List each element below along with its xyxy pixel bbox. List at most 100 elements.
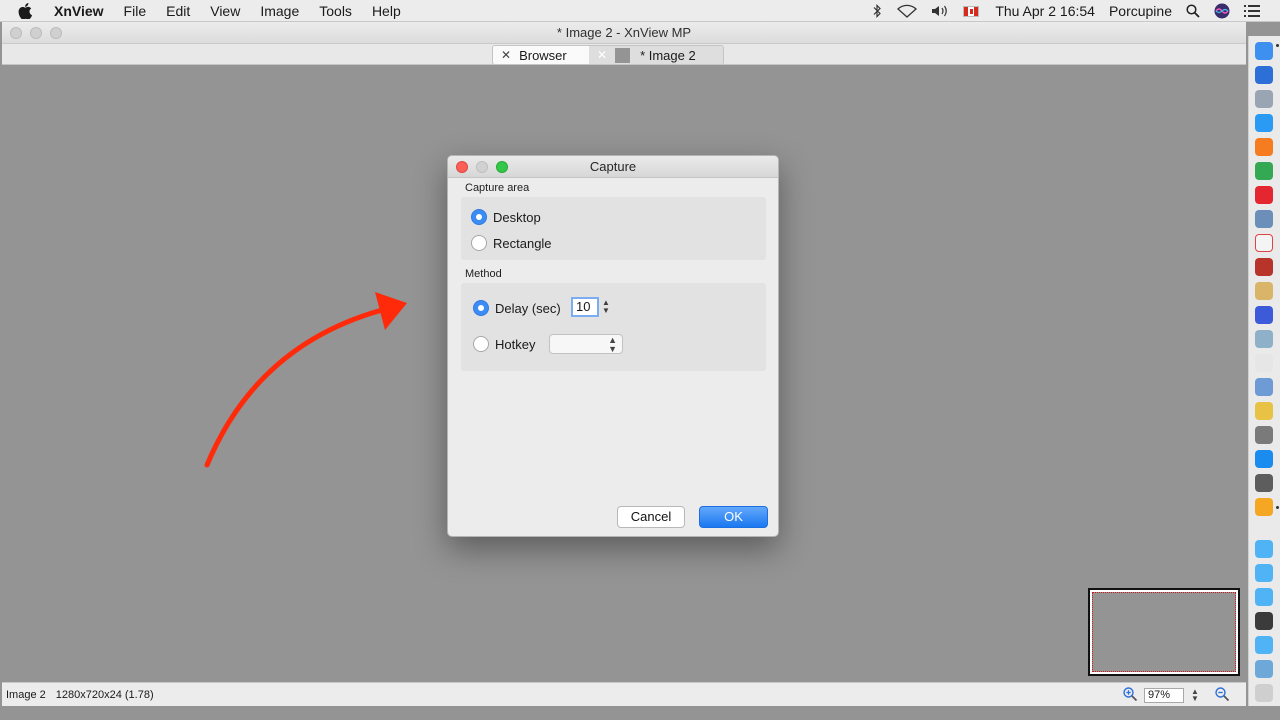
menu-tools[interactable]: Tools bbox=[309, 0, 362, 22]
minimize-window-button[interactable] bbox=[30, 27, 42, 39]
dictionary-icon[interactable] bbox=[1255, 258, 1273, 276]
menubar-user[interactable]: Porcupine bbox=[1109, 3, 1172, 19]
preview-icon[interactable] bbox=[1255, 210, 1273, 228]
status-image-info: 1280x720x24 (1.78) bbox=[55, 688, 154, 701]
calendar-icon[interactable] bbox=[1255, 234, 1273, 252]
radio-rectangle-label[interactable]: Rectangle bbox=[493, 236, 552, 251]
menubar-clock[interactable]: Thu Apr 2 16:54 bbox=[995, 3, 1095, 19]
launchpad-icon[interactable] bbox=[1255, 90, 1273, 108]
imageoptim-icon[interactable] bbox=[1255, 402, 1273, 420]
image-thumbnail-icon bbox=[615, 47, 631, 63]
navigator-preview[interactable] bbox=[1088, 588, 1240, 676]
siri-icon[interactable] bbox=[1255, 66, 1273, 84]
notes-icon[interactable] bbox=[1255, 282, 1273, 300]
status-image-name: Image 2 bbox=[6, 688, 46, 701]
dialog-zoom-button[interactable] bbox=[496, 161, 508, 173]
apple-icon[interactable] bbox=[18, 2, 38, 19]
dialog-minimize-button bbox=[476, 161, 488, 173]
folder-icon[interactable] bbox=[1255, 540, 1273, 558]
radio-desktop-indicator[interactable] bbox=[471, 209, 487, 225]
navigator-viewport[interactable] bbox=[1092, 592, 1236, 672]
safari-icon[interactable] bbox=[1255, 114, 1273, 132]
opera-icon[interactable] bbox=[1255, 186, 1273, 204]
firefox-icon[interactable] bbox=[1255, 138, 1273, 156]
close-tab-icon[interactable]: ✕ bbox=[597, 48, 607, 62]
photo-booth-icon[interactable] bbox=[1255, 612, 1273, 630]
dialog-close-button[interactable] bbox=[456, 161, 468, 173]
method-group bbox=[461, 283, 766, 371]
menu-app-name[interactable]: XnView bbox=[54, 0, 114, 22]
dock-running-indicator bbox=[1276, 44, 1279, 47]
status-bar: Image 2 1280x720x24 (1.78) 97% ▲ ▼ bbox=[2, 682, 1246, 706]
red-arrow-annotation bbox=[204, 292, 407, 468]
radio-desktop-label[interactable]: Desktop bbox=[493, 210, 541, 225]
delay-spinbox[interactable]: 10 ▲ ▼ bbox=[571, 297, 612, 317]
appstore-icon[interactable] bbox=[1255, 450, 1273, 468]
close-tab-icon[interactable]: ✕ bbox=[501, 48, 511, 62]
bluetooth-icon[interactable] bbox=[871, 4, 883, 18]
window-controls bbox=[10, 27, 62, 39]
volume-icon[interactable] bbox=[931, 4, 949, 18]
xnview-icon[interactable] bbox=[1255, 330, 1273, 348]
zoom-level-field[interactable]: 97% bbox=[1144, 688, 1184, 703]
menu-help[interactable]: Help bbox=[362, 0, 411, 22]
tab-browser[interactable]: ✕ Browser bbox=[493, 46, 589, 64]
image-icon[interactable] bbox=[1255, 660, 1273, 678]
finder-icon[interactable] bbox=[1255, 42, 1273, 60]
delay-input[interactable]: 10 bbox=[571, 297, 599, 317]
menu-view[interactable]: View bbox=[200, 0, 250, 22]
chrome-icon[interactable] bbox=[1255, 162, 1273, 180]
menu-edit[interactable]: Edit bbox=[156, 0, 200, 22]
radio-hotkey-indicator[interactable] bbox=[473, 336, 489, 352]
window-title: * Image 2 - XnView MP bbox=[556, 25, 692, 40]
canada-flag-icon[interactable] bbox=[963, 5, 980, 17]
zoom-stepper-icon[interactable]: ▲ ▼ bbox=[1190, 687, 1200, 704]
hotkey-select[interactable]: ▲ ▼ bbox=[549, 334, 623, 354]
spotlight-search-icon[interactable] bbox=[1186, 4, 1200, 18]
tab-browser-label: Browser bbox=[519, 47, 567, 63]
cancel-button[interactable]: Cancel bbox=[617, 506, 685, 528]
radio-hotkey[interactable]: Hotkey bbox=[473, 336, 535, 352]
gimp-icon[interactable] bbox=[1255, 426, 1273, 444]
tab-bar: ✕ Browser ✕ * Image 2 bbox=[2, 44, 1246, 65]
close-window-button[interactable] bbox=[10, 27, 22, 39]
menu-image[interactable]: Image bbox=[250, 0, 309, 22]
script-icon[interactable] bbox=[1255, 354, 1273, 372]
dock-running-indicator bbox=[1276, 506, 1279, 509]
tab-image-2-label: * Image 2 bbox=[640, 47, 696, 63]
menu-bar: XnView File Edit View Image Tools Help T… bbox=[0, 0, 1280, 22]
xnview-mp-icon[interactable] bbox=[1255, 498, 1273, 516]
zoom-in-icon[interactable] bbox=[1122, 686, 1138, 705]
wifi-icon[interactable] bbox=[897, 4, 918, 18]
folder-icon[interactable] bbox=[1255, 588, 1273, 606]
capture-dialog: Capture Capture area Desktop Rectangle M… bbox=[447, 155, 779, 537]
delay-stepper-icon[interactable]: ▲ ▼ bbox=[602, 299, 612, 315]
radio-delay[interactable]: Delay (sec) bbox=[473, 300, 561, 316]
zoom-window-button[interactable] bbox=[50, 27, 62, 39]
siri-icon[interactable] bbox=[1214, 3, 1230, 19]
radio-delay-label[interactable]: Delay (sec) bbox=[495, 301, 561, 316]
menu-file[interactable]: File bbox=[114, 0, 157, 22]
dialog-titlebar[interactable]: Capture bbox=[448, 156, 778, 178]
folder-icon[interactable] bbox=[1255, 636, 1273, 654]
system-preferences-icon[interactable] bbox=[1255, 474, 1273, 492]
notification-center-icon[interactable] bbox=[1244, 5, 1260, 17]
ok-button[interactable]: OK bbox=[699, 506, 768, 528]
zoom-out-icon[interactable] bbox=[1214, 686, 1230, 705]
trash-icon[interactable] bbox=[1255, 684, 1273, 702]
bitdefender-icon[interactable] bbox=[1255, 306, 1273, 324]
radio-rectangle-indicator[interactable] bbox=[471, 235, 487, 251]
radio-hotkey-label[interactable]: Hotkey bbox=[495, 337, 535, 352]
photos-icon[interactable] bbox=[1255, 378, 1273, 396]
capture-area-label: Capture area bbox=[465, 182, 530, 194]
radio-delay-indicator[interactable] bbox=[473, 300, 489, 316]
tab-image-2[interactable]: ✕ * Image 2 bbox=[589, 46, 723, 64]
dock bbox=[1248, 36, 1280, 706]
folder-icon[interactable] bbox=[1255, 564, 1273, 582]
dialog-title: Capture bbox=[589, 159, 637, 174]
select-chevron-icon: ▲ ▼ bbox=[608, 335, 617, 354]
radio-desktop[interactable]: Desktop bbox=[471, 209, 541, 225]
radio-rectangle[interactable]: Rectangle bbox=[471, 235, 552, 251]
window-titlebar[interactable]: * Image 2 - XnView MP bbox=[2, 22, 1246, 44]
method-label: Method bbox=[465, 268, 502, 280]
